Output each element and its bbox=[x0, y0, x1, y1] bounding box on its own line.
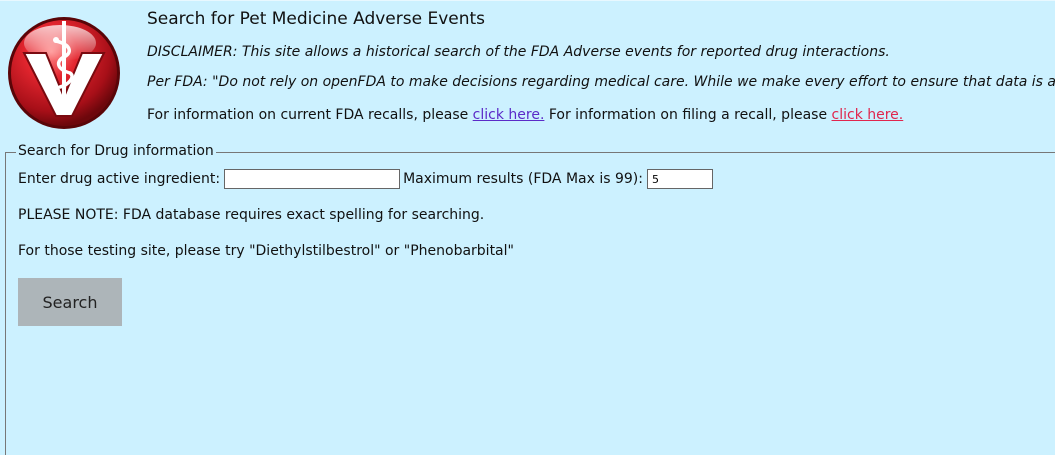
search-fieldset bbox=[5, 152, 1055, 455]
recall-info-line: For information on current FDA recalls, … bbox=[147, 106, 1055, 124]
top-border bbox=[0, 0, 1055, 1]
ingredient-label: Enter drug active ingredient: bbox=[18, 171, 221, 187]
page-title: Search for Pet Medicine Adverse Events bbox=[147, 9, 486, 29]
filing-recall-link[interactable]: click here. bbox=[832, 107, 904, 123]
filing-prefix-text: For information on filing a recall, plea… bbox=[544, 107, 832, 123]
testing-note: For those testing site, please try "Diet… bbox=[18, 243, 514, 259]
disclaimer-text: DISCLAIMER: This site allows a historica… bbox=[147, 44, 890, 60]
spelling-note: PLEASE NOTE: FDA database requires exact… bbox=[18, 207, 485, 223]
page: Search for Pet Medicine Adverse Events D… bbox=[0, 0, 1055, 455]
max-results-label: Maximum results (FDA Max is 99): bbox=[403, 171, 643, 187]
veterinary-logo-icon bbox=[8, 17, 120, 129]
fda-quote-text: Per FDA: "Do not rely on openFDA to make… bbox=[147, 74, 1055, 90]
search-fieldset-legend: Search for Drug information bbox=[16, 143, 216, 160]
search-input-row: Enter drug active ingredient: Maximum re… bbox=[18, 169, 716, 189]
search-button[interactable]: Search bbox=[18, 278, 122, 326]
max-results-input[interactable] bbox=[646, 169, 713, 189]
current-recalls-link[interactable]: click here. bbox=[473, 107, 545, 123]
recall-prefix-text: For information on current FDA recalls, … bbox=[147, 107, 473, 123]
page-header: Search for Pet Medicine Adverse Events D… bbox=[147, 8, 1055, 124]
logo-serpent-head bbox=[53, 37, 59, 43]
ingredient-input[interactable] bbox=[224, 169, 401, 189]
